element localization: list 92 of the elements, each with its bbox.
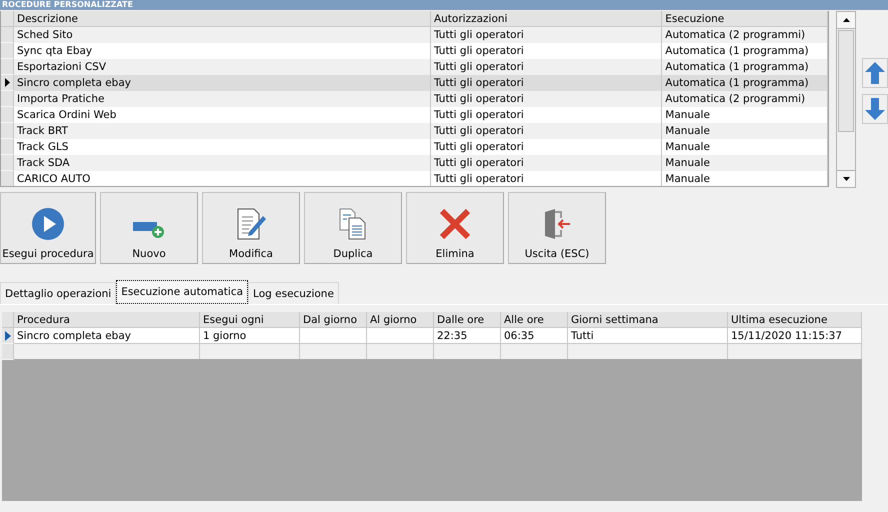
table-cell: Manuale xyxy=(662,171,828,186)
row-header xyxy=(1,155,14,171)
table-cell: 06:35 xyxy=(504,330,534,342)
table-cell: Scarica Ordini Web xyxy=(14,107,431,123)
tab[interactable]: Dettaglio operazioni xyxy=(0,282,116,304)
table-cell: 22:35 xyxy=(437,330,468,342)
table-row[interactable]: Sincro completa ebay Tutti gli operatori Automatica (1 programma) xyxy=(1,75,828,91)
row-header xyxy=(2,312,14,328)
table-row[interactable]: Esportazioni CSV Tutti gli operatori Automatica (1 programma) xyxy=(1,59,828,75)
play-icon xyxy=(32,208,64,240)
new-button[interactable]: Nuovo xyxy=(100,192,198,264)
column-header[interactable]: Esegui ogni xyxy=(200,312,300,328)
exit-button[interactable]: Uscita (ESC) xyxy=(508,192,606,264)
table-cell: Manuale xyxy=(662,123,828,139)
column-header[interactable]: Al giorno xyxy=(367,312,434,328)
table-cell: CARICO AUTO xyxy=(14,171,431,186)
table-cell: Tutti gli operatori xyxy=(430,171,662,186)
column-header[interactable]: Procedura xyxy=(14,312,200,328)
table-cell: Tutti xyxy=(571,330,594,342)
table-cell: Manuale xyxy=(662,107,828,123)
tab[interactable]: Esecuzione automatica xyxy=(116,280,248,304)
column-header[interactable]: Alle ore xyxy=(501,312,568,328)
window-title: ROCEDURE PERSONALIZZATE xyxy=(2,0,133,9)
table-cell: Tutti gli operatori xyxy=(430,59,662,75)
row-header xyxy=(1,91,14,107)
table-cell: Manuale xyxy=(662,139,828,155)
column-header[interactable]: Dal giorno xyxy=(300,312,367,328)
table-row[interactable]: Track BRT Tutti gli operatori Manuale xyxy=(1,123,828,139)
table-cell: Manuale xyxy=(662,155,828,171)
table-cell: Tutti gli operatori xyxy=(430,139,662,155)
row-header xyxy=(1,27,14,43)
table-row[interactable]: Sched Sito Tutti gli operatori Automatica (2 programmi) xyxy=(1,27,828,43)
scrollbar[interactable] xyxy=(836,11,856,188)
move-down-button[interactable] xyxy=(862,94,888,124)
row-header xyxy=(1,107,14,123)
table-cell: Sync qta Ebay xyxy=(14,43,431,59)
table-row[interactable]: Track SDA Tutti gli operatori Manuale xyxy=(1,155,828,171)
table-cell: Tutti gli operatori xyxy=(430,43,662,59)
column-header[interactable]: Ultima esecuzione xyxy=(728,312,862,328)
row-header xyxy=(1,43,14,59)
table-cell: Tutti gli operatori xyxy=(430,91,662,107)
row-header xyxy=(1,59,14,75)
column-header[interactable]: Descrizione xyxy=(14,11,431,27)
edit-button[interactable]: Modifica xyxy=(202,192,300,264)
row-header xyxy=(1,139,14,155)
copy-button[interactable]: Duplica xyxy=(304,192,402,264)
scroll-down-icon[interactable] xyxy=(842,177,850,181)
copy-icon xyxy=(339,208,367,240)
table-cell: Sincro completa ebay xyxy=(14,75,431,91)
table-cell: Track BRT xyxy=(14,123,431,139)
table-cell: Esportazioni CSV xyxy=(14,59,431,75)
close-icon xyxy=(439,208,471,240)
table-cell: Tutti gli operatori xyxy=(430,155,662,171)
column-header[interactable]: Dalle ore xyxy=(434,312,501,328)
tab[interactable]: Log esecuzione xyxy=(248,282,339,304)
scroll-up-icon[interactable] xyxy=(842,18,850,22)
table-cell: 1 giorno xyxy=(203,330,246,342)
edit-document-icon xyxy=(235,208,267,240)
move-up-button[interactable] xyxy=(862,58,888,88)
exit-door-icon xyxy=(543,208,571,240)
column-header[interactable]: Esecuzione xyxy=(662,11,828,27)
table-cell: Importa Pratiche xyxy=(14,91,431,107)
table-row[interactable]: Importa Pratiche Tutti gli operatori Automatica (2 programmi) xyxy=(1,91,828,107)
table-cell: Automatica (2 programmi) xyxy=(662,91,828,107)
row-header xyxy=(1,123,14,139)
table-cell: Automatica (2 programmi) xyxy=(662,27,828,43)
column-header[interactable]: Giorni settimana xyxy=(568,312,728,328)
row-pointer-icon xyxy=(4,78,10,87)
table-cell: Tutti gli operatori xyxy=(430,27,662,43)
table-cell: Track GLS xyxy=(14,139,431,155)
row-header xyxy=(1,11,14,27)
table-cell: Automatica (1 programma) xyxy=(662,59,828,75)
table-row[interactable]: Sincro completa ebay 1 giorno 22:35 06:35 Tutti 15/11/2020 11:15:37 xyxy=(2,328,862,344)
table-cell: Tutti gli operatori xyxy=(430,107,662,123)
table-cell: Automatica (1 programma) xyxy=(662,43,828,59)
table-row[interactable]: Scarica Ordini Web Tutti gli operatori Manuale xyxy=(1,107,828,123)
row-header xyxy=(1,171,14,186)
table-cell: Track SDA xyxy=(14,155,431,171)
delete-button[interactable]: Elimina xyxy=(406,192,504,264)
table-cell: Tutti gli operatori xyxy=(430,123,662,139)
table-cell: Sincro completa ebay xyxy=(17,330,131,342)
play-button[interactable]: Esegui procedura xyxy=(0,192,96,264)
column-header[interactable]: Autorizzazioni xyxy=(430,11,662,27)
table-cell: Sched Sito xyxy=(14,27,431,43)
row-header xyxy=(2,344,14,360)
table-cell: 15/11/2020 11:15:37 xyxy=(731,330,842,342)
table-cell: Tutti gli operatori xyxy=(430,75,662,91)
table-row[interactable]: CARICO AUTO Tutti gli operatori Manuale xyxy=(1,171,828,186)
table-row[interactable]: Track GLS Tutti gli operatori Manuale xyxy=(1,139,828,155)
row-pointer-icon xyxy=(4,330,10,340)
table-row[interactable]: Sync qta Ebay Tutti gli operatori Automatica (1 programma) xyxy=(1,43,828,59)
table-cell: Automatica (1 programma) xyxy=(662,75,828,91)
